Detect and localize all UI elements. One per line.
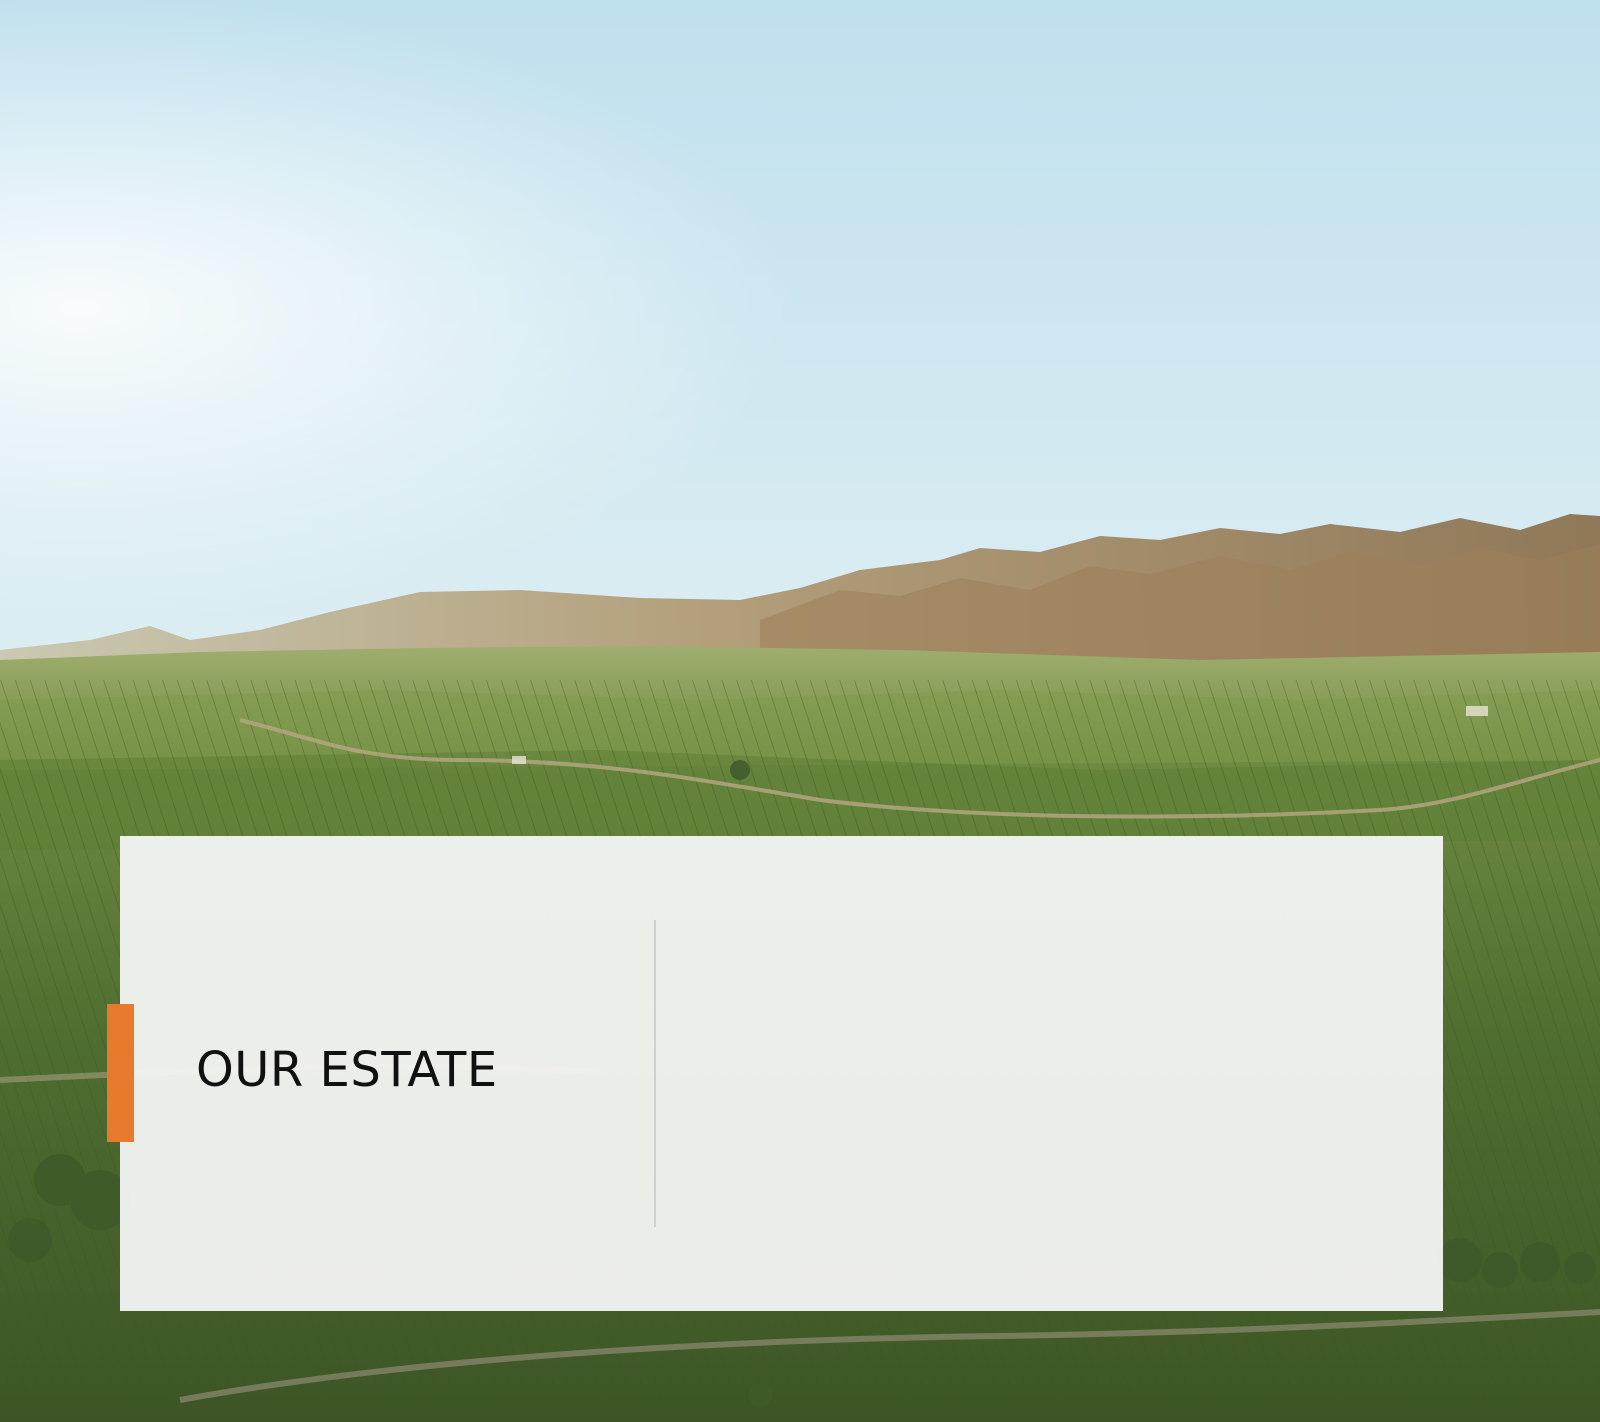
accent-bar (107, 1004, 134, 1142)
slide-title: OUR ESTATE (196, 1042, 498, 1098)
vertical-divider (654, 920, 656, 1227)
